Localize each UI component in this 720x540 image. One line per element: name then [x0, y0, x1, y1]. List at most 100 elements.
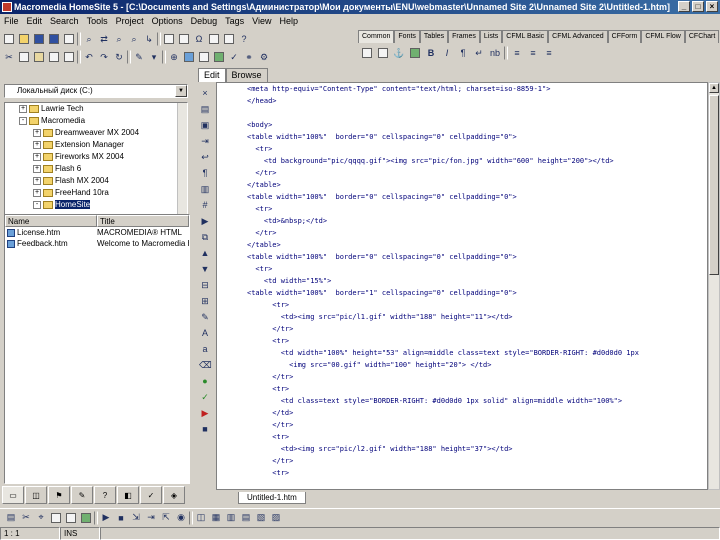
quickbar-tab[interactable]: Fonts [394, 30, 420, 43]
quickbar-tab[interactable]: Tables [419, 30, 449, 43]
code-editor[interactable]: <meta http-equiv="Content-Type" content=… [216, 82, 708, 490]
code-line[interactable]: </tr> [217, 167, 707, 179]
code-line[interactable]: </tr> [217, 227, 707, 239]
code-line[interactable]: </tr> [217, 323, 707, 335]
code-line[interactable]: <tr> [217, 467, 707, 479]
breakpoint-icon[interactable]: ◉ [174, 511, 188, 525]
lowercase-icon[interactable]: a [198, 342, 212, 356]
settings-icon[interactable]: ⚙ [257, 50, 271, 64]
link-check-icon[interactable]: ⚭ [242, 50, 256, 64]
quickbar-tab[interactable]: Lists [479, 30, 503, 43]
collapse-icon[interactable]: ⊟ [198, 278, 212, 292]
code-line[interactable]: <td background="pic/qqqq.gif"><img src="… [217, 155, 707, 167]
debug-cut-icon[interactable]: ✂ [19, 511, 33, 525]
file-row[interactable]: License.htm MACROMEDIA® HTML [5, 227, 189, 238]
help-tab-icon[interactable]: ? [94, 486, 116, 504]
quick-start-icon[interactable] [360, 46, 374, 60]
tree-item[interactable]: + FreeHand 10ra [5, 187, 187, 199]
column-header-title[interactable]: Title [97, 215, 189, 227]
goto-icon[interactable]: ↳ [142, 32, 156, 46]
code-line[interactable]: </head> [217, 95, 707, 107]
scroll-up-icon[interactable]: ▲ [709, 83, 719, 93]
expander-icon[interactable]: + [33, 128, 41, 137]
redo-icon[interactable]: ↷ [97, 50, 111, 64]
browser-icon[interactable] [182, 50, 196, 64]
tree-item-selected[interactable]: - HomeSite [5, 199, 187, 211]
line-break-icon[interactable]: ↵ [472, 46, 486, 60]
close-document-icon[interactable]: × [198, 86, 212, 100]
tree-item[interactable]: + Fireworks MX 2004 [5, 151, 187, 163]
open-file-icon[interactable] [17, 32, 31, 46]
copy-icon[interactable] [17, 50, 31, 64]
debug-pin-icon[interactable]: ⌖ [34, 511, 48, 525]
image-icon[interactable] [212, 50, 226, 64]
stop-icon[interactable]: ■ [198, 422, 212, 436]
code-line[interactable]: <td class=text style="BORDER-RIGHT: #d0d… [217, 395, 707, 407]
dropdown-arrow-icon[interactable]: ▾ [147, 50, 161, 64]
tag-inspector-icon[interactable]: ✎ [132, 50, 146, 64]
code-line[interactable]: <body> [217, 119, 707, 131]
expander-icon[interactable]: - [19, 116, 27, 125]
tree-item[interactable]: + Dreamweaver MX 2004 [5, 127, 187, 139]
copy-file-icon[interactable] [47, 50, 61, 64]
editor-scrollbar[interactable]: ▲ [708, 82, 720, 490]
code-line[interactable]: <img src="00.gif" width="100" height="20… [217, 359, 707, 371]
code-line[interactable]: <tr> [217, 203, 707, 215]
align-left-icon[interactable]: ≡ [510, 46, 524, 60]
anchor-icon[interactable]: ⚓ [392, 46, 406, 60]
paragraph-icon[interactable]: ¶ [456, 46, 470, 60]
align-right-icon[interactable]: ≡ [542, 46, 556, 60]
code-line[interactable]: <td>&nbsp;</td> [217, 215, 707, 227]
debug-copy-icon[interactable] [49, 511, 63, 525]
bold-icon[interactable]: B [424, 46, 438, 60]
menu-options[interactable]: Options [152, 14, 183, 28]
menu-view[interactable]: View [252, 14, 271, 28]
quickbar-tab[interactable]: CFML Basic [502, 30, 549, 43]
snippet-icon[interactable]: Ω [192, 32, 206, 46]
codesweeper-icon[interactable]: ✓ [198, 390, 212, 404]
move-up-icon[interactable]: ▲ [198, 246, 212, 260]
menu-debug[interactable]: Debug [191, 14, 218, 28]
preview-icon[interactable] [197, 50, 211, 64]
code-line[interactable]: <tr> [217, 383, 707, 395]
output-icon[interactable]: ▤ [239, 511, 253, 525]
expander-icon[interactable]: + [33, 188, 41, 197]
tree-item[interactable]: - Macromedia [5, 115, 187, 127]
strip-icon[interactable]: ⌫ [198, 358, 212, 372]
indent-icon[interactable]: ⇥ [198, 134, 212, 148]
step-over-icon[interactable]: ⇥ [144, 511, 158, 525]
watch-icon[interactable]: ◫ [194, 511, 208, 525]
results-icon[interactable] [177, 32, 191, 46]
close-button[interactable]: × [706, 1, 718, 12]
code-line[interactable]: <tr> [217, 263, 707, 275]
extended-find-icon[interactable]: ⌕ [127, 32, 141, 46]
snippets-tab-icon[interactable]: ✎ [71, 486, 93, 504]
file-tab[interactable]: Untitled-1.htm [238, 492, 306, 504]
code-line[interactable]: <table width="100%" border="0" cellspaci… [217, 191, 707, 203]
expander-icon[interactable]: + [33, 140, 41, 149]
uppercase-icon[interactable]: A [198, 326, 212, 340]
move-down-icon[interactable]: ▼ [198, 262, 212, 276]
debug-window-icon[interactable] [64, 511, 78, 525]
view-zoom-icon[interactable]: ⊕ [167, 50, 181, 64]
quickbar-tab[interactable]: CFML Flow [641, 30, 685, 43]
tree-item[interactable]: + Lawrie Tech [5, 103, 187, 115]
code-line[interactable]: <meta http-equiv="Content-Type" content=… [217, 83, 707, 95]
paragraph-marks-icon[interactable]: ¶ [198, 166, 212, 180]
code-line[interactable]: <tr> [217, 143, 707, 155]
refresh-icon[interactable]: ↻ [112, 50, 126, 64]
expander-icon[interactable]: + [33, 152, 41, 161]
expander-icon[interactable]: - [33, 200, 41, 209]
code-line[interactable]: </table> [217, 179, 707, 191]
quickbar-tab[interactable]: CFForm [607, 30, 642, 43]
help-icon[interactable]: ? [237, 32, 251, 46]
full-screen-icon[interactable]: ▣ [198, 118, 212, 132]
gutter-icon[interactable]: ▥ [198, 182, 212, 196]
menu-file[interactable]: File [4, 14, 19, 28]
menu-help[interactable]: Help [280, 14, 299, 28]
bookmark-icon[interactable]: ▶ [198, 214, 212, 228]
tree-item[interactable]: + Flash 6 [5, 163, 187, 175]
menu-tags[interactable]: Tags [225, 14, 244, 28]
fullscreen-icon[interactable] [222, 32, 236, 46]
recordsets-icon[interactable]: ▥ [224, 511, 238, 525]
